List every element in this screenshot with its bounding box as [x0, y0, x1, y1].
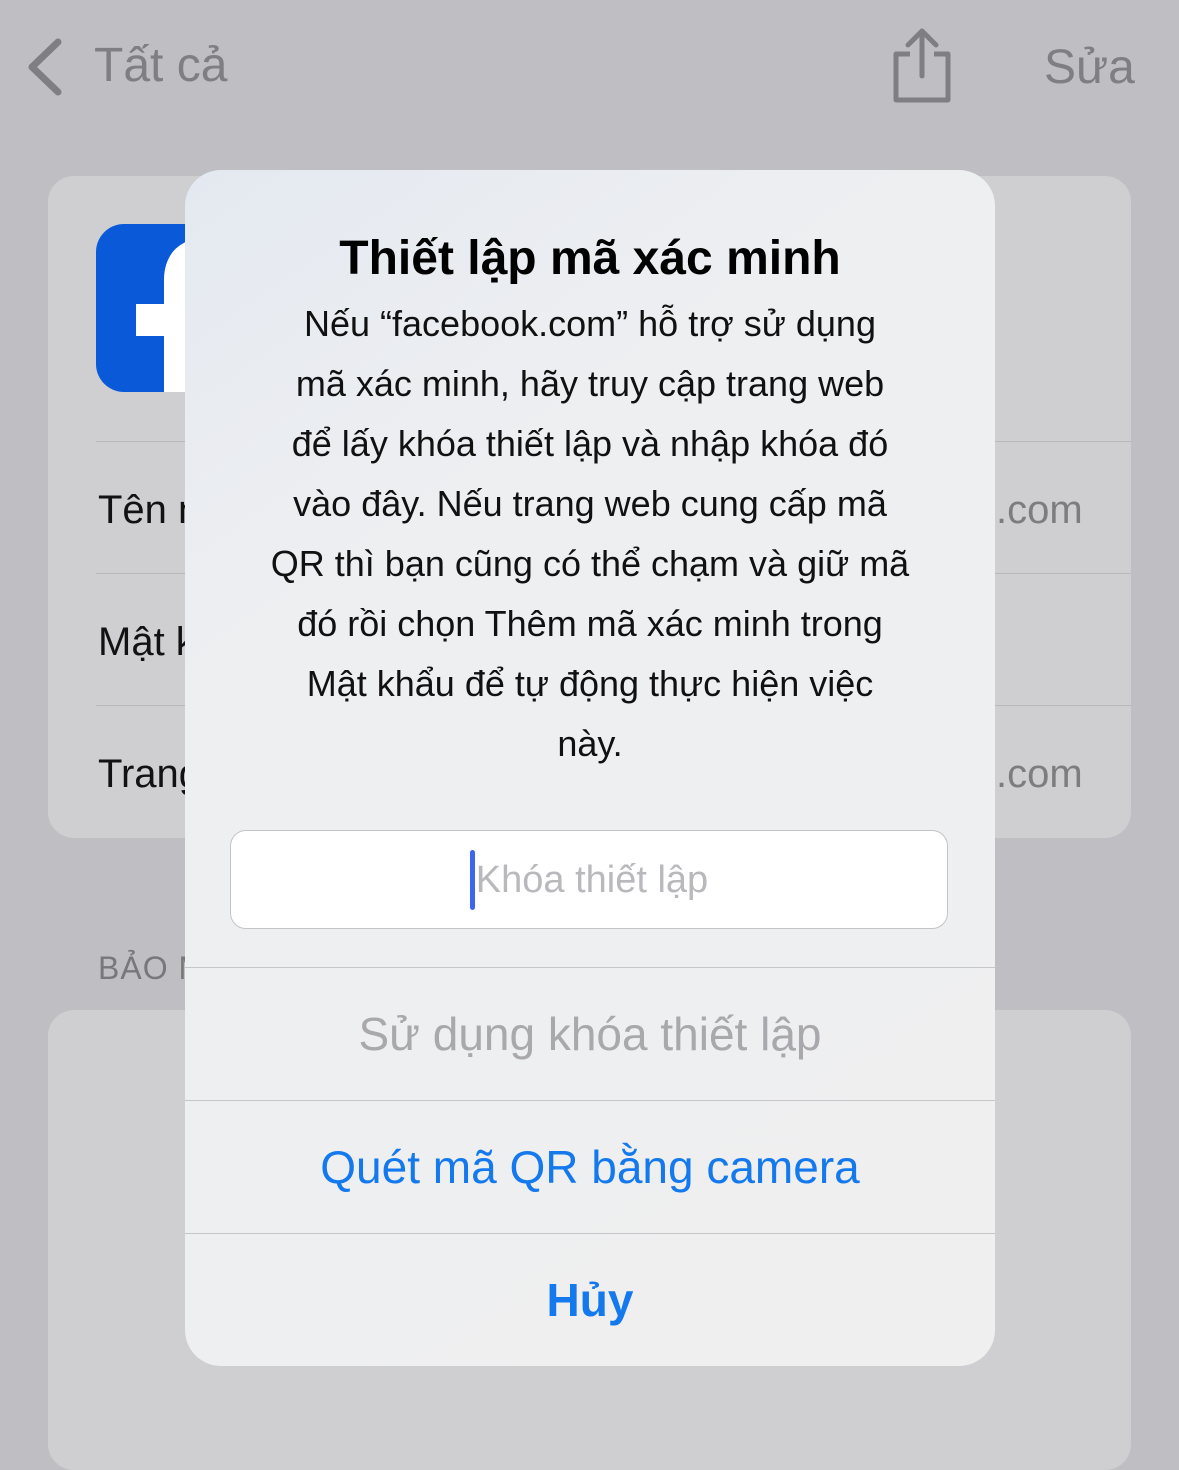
username-row-value: .com: [996, 488, 1083, 532]
edit-button[interactable]: Sửa: [1044, 38, 1135, 98]
alert-message-line: Nếu “facebook.com” hỗ trợ sử dụng: [304, 303, 876, 344]
setup-key-placeholder: Khóa thiết lập: [475, 858, 709, 901]
verification-code-alert: Thiết lập mã xác minh Nếu “facebook.com”…: [185, 170, 995, 1366]
use-setup-key-button[interactable]: Sử dụng khóa thiết lập: [185, 968, 995, 1100]
alert-message: Nếu “facebook.com” hỗ trợ sử dụng mã xác…: [225, 294, 955, 774]
website-row-value: .com: [996, 752, 1083, 796]
alert-message-line: vào đây. Nếu trang web cung cấp mã: [293, 483, 887, 524]
chevron-left-icon[interactable]: [22, 36, 70, 96]
scan-qr-button[interactable]: Quét mã QR bằng camera: [185, 1101, 995, 1233]
alert-title: Thiết lập mã xác minh: [339, 232, 841, 285]
alert-message-line: để lấy khóa thiết lập và nhập khóa đó: [291, 423, 889, 464]
text-cursor: [469, 849, 475, 910]
alert-message-line: Mật khẩu để tự động thực hiện việc: [306, 663, 874, 704]
back-button-label[interactable]: Tất cả: [94, 36, 227, 96]
alert-message-line: mã xác minh, hãy truy cập trang web: [295, 363, 885, 404]
alert-message-line: QR thì bạn cũng có thể chạm và giữ mã: [270, 543, 910, 584]
share-icon[interactable]: [890, 26, 954, 104]
alert-message-line: này.: [557, 723, 623, 764]
alert-message-line: đó rồi chọn Thêm mã xác minh trong: [297, 603, 883, 644]
cancel-button[interactable]: Hủy: [185, 1234, 995, 1366]
password-row-label[interactable]: Mật k: [98, 617, 196, 667]
setup-key-input[interactable]: Khóa thiết lập: [230, 830, 948, 929]
